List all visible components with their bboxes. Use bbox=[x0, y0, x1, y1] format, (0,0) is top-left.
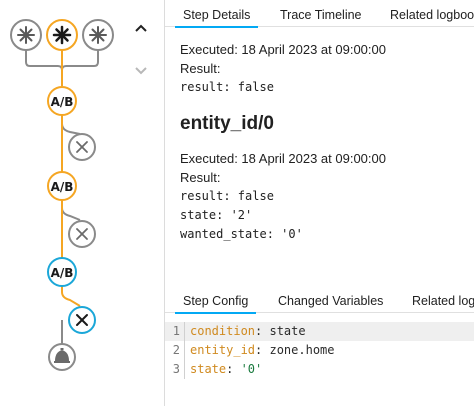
executed-time-2: Executed: 18 April 2023 at 09:00:00 bbox=[180, 151, 386, 166]
tab-step-config[interactable]: Step Config bbox=[175, 286, 257, 314]
code-line: 1 condition: state bbox=[165, 322, 474, 341]
condition-fail-node-3[interactable] bbox=[68, 306, 96, 334]
yaml-separator: : bbox=[255, 324, 270, 338]
condition-node-3[interactable]: A/B bbox=[47, 257, 77, 287]
trigger-node-2[interactable] bbox=[46, 19, 78, 51]
action-node[interactable] bbox=[48, 343, 76, 371]
ab-icon: A/B bbox=[51, 266, 74, 280]
asterisk-icon bbox=[52, 25, 72, 45]
code-line: 2 entity_id: zone.home bbox=[165, 341, 474, 360]
top-tab-bar: Step Details Trace Timeline Related logb… bbox=[165, 0, 474, 28]
tab-related-logbook[interactable]: Related logbook bbox=[390, 0, 474, 26]
yaml-value: state bbox=[269, 324, 306, 338]
condition-fail-node-1[interactable] bbox=[68, 133, 96, 161]
ab-icon: A/B bbox=[51, 95, 74, 109]
step-details: Executed: 18 April 2023 at 09:00:00 Resu… bbox=[180, 40, 474, 244]
tab-related-logbook-bottom[interactable]: Related logbook bbox=[412, 286, 474, 312]
wanted-state-value: wanted_state: '0' bbox=[180, 227, 303, 241]
yaml-value: zone.home bbox=[269, 343, 335, 357]
tab-step-details[interactable]: Step Details bbox=[175, 0, 259, 28]
condition-fail-node-2[interactable] bbox=[68, 220, 96, 248]
yaml-separator: : bbox=[255, 343, 270, 357]
code-line: 3 state: '0' bbox=[165, 360, 474, 379]
result-value: result: false bbox=[180, 80, 274, 94]
chevron-up-icon[interactable] bbox=[130, 17, 152, 39]
yaml-key: condition bbox=[190, 324, 256, 338]
tab-changed-variables[interactable]: Changed Variables bbox=[278, 286, 383, 312]
condition-node-1[interactable]: A/B bbox=[47, 86, 77, 116]
result-label: Result: bbox=[180, 61, 221, 76]
bottom-tab-bar: Step Config Changed Variables Related lo… bbox=[165, 286, 474, 314]
asterisk-icon bbox=[89, 26, 107, 44]
trigger-node-3[interactable] bbox=[82, 19, 114, 51]
executed-time: Executed: 18 April 2023 at 09:00:00 bbox=[180, 42, 386, 57]
trace-detail-panel: Step Details Trace Timeline Related logb… bbox=[165, 0, 474, 406]
ab-icon: A/B bbox=[51, 180, 74, 194]
line-number: 2 bbox=[165, 341, 185, 360]
asterisk-icon bbox=[17, 26, 35, 44]
state-value: state: '2' bbox=[180, 208, 253, 222]
yaml-value: '0' bbox=[240, 362, 263, 376]
result-value-2: result: false bbox=[180, 189, 274, 203]
yaml-key: state bbox=[190, 362, 227, 376]
yaml-editor[interactable]: 1 condition: state 2 entity_id: zone.hom… bbox=[165, 322, 474, 379]
tab-trace-timeline[interactable]: Trace Timeline bbox=[280, 0, 362, 26]
trigger-node-1[interactable] bbox=[10, 19, 42, 51]
condition-node-2[interactable]: A/B bbox=[47, 171, 77, 201]
section-heading: entity_id/0 bbox=[180, 113, 274, 134]
chevron-down-icon[interactable] bbox=[130, 60, 152, 82]
result-label-2: Result: bbox=[180, 170, 221, 185]
line-number: 3 bbox=[165, 360, 185, 379]
yaml-key: entity_id bbox=[190, 343, 256, 357]
line-number: 1 bbox=[165, 322, 185, 341]
yaml-separator: : bbox=[226, 362, 241, 376]
